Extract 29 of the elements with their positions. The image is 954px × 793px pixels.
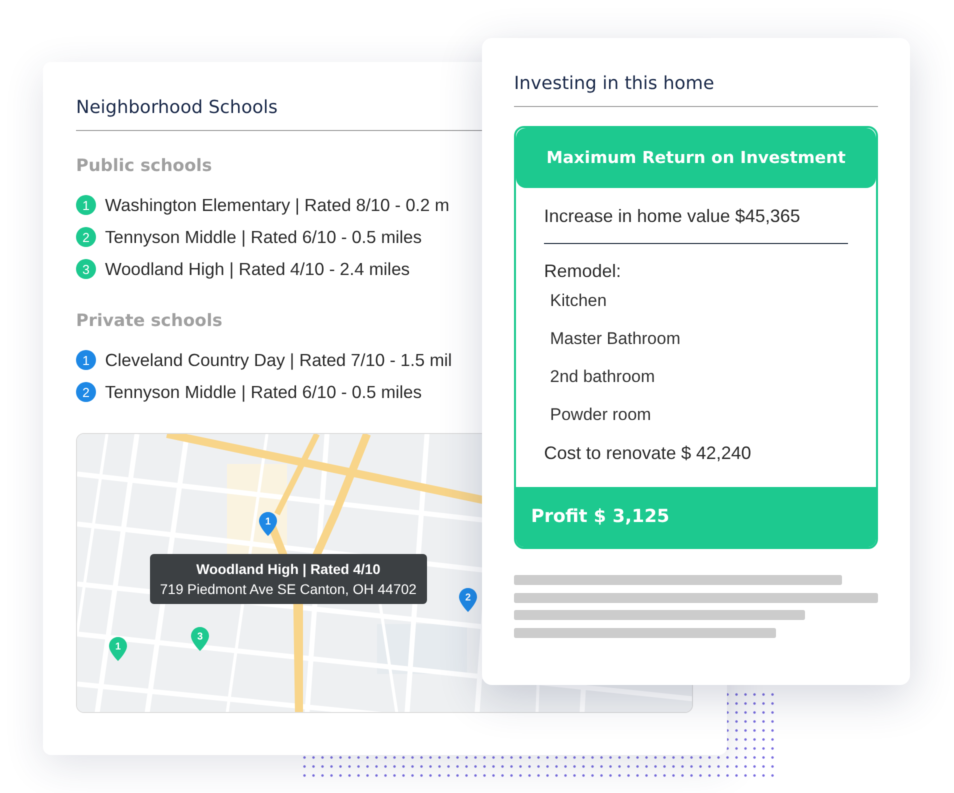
value-increase: Increase in home value $45,365 [544, 205, 802, 228]
number-badge: 2 [76, 227, 96, 247]
number-badge: 3 [76, 259, 96, 279]
remodel-item: Master Bathroom [550, 328, 682, 350]
remodel-label: Remodel: [544, 260, 622, 283]
tooltip-title: Woodland High | Rated 4/10 [195, 560, 382, 579]
school-entry: Woodland High | Rated 4/10 - 2.4 miles [105, 258, 410, 280]
section-heading: Public schools [76, 155, 212, 177]
number-badge: 1 [76, 350, 96, 370]
remodel-item: 2nd bathroom [550, 366, 656, 388]
roi-header: Maximum Return on Investment [516, 128, 876, 188]
profit-bar: Profit $ 3,125 [516, 487, 876, 547]
school-entry: Tennyson Middle | Rated 6/10 - 0.5 miles [105, 226, 422, 248]
section-heading: Private schools [76, 310, 222, 332]
map-pin[interactable]: 1 [259, 512, 277, 536]
map-pin[interactable]: 3 [191, 627, 209, 651]
number-badge: 1 [76, 195, 96, 215]
card-title: Neighborhood Schools [76, 96, 278, 120]
school-entry: Cleveland Country Day | Rated 7/10 - 1.5 mil [105, 350, 452, 370]
card-title: Investing in this home [514, 72, 714, 96]
tooltip-address: 719 Piedmont Ave SE Canton, OH 44702 [160, 580, 417, 599]
renovation-cost: Cost to renovate $ 42,240 [544, 442, 752, 465]
map-pin[interactable]: 2 [459, 588, 477, 612]
remodel-item: Kitchen [550, 290, 608, 312]
school-entry: Washington Elementary | Rated 8/10 - 0.2 m [105, 194, 450, 216]
map-pin[interactable]: 1 [109, 637, 127, 661]
remodel-item: Powder room [550, 404, 652, 426]
number-badge: 2 [76, 382, 96, 402]
school-entry: Tennyson Middle | Rated 6/10 - 0.5 miles [105, 382, 422, 402]
